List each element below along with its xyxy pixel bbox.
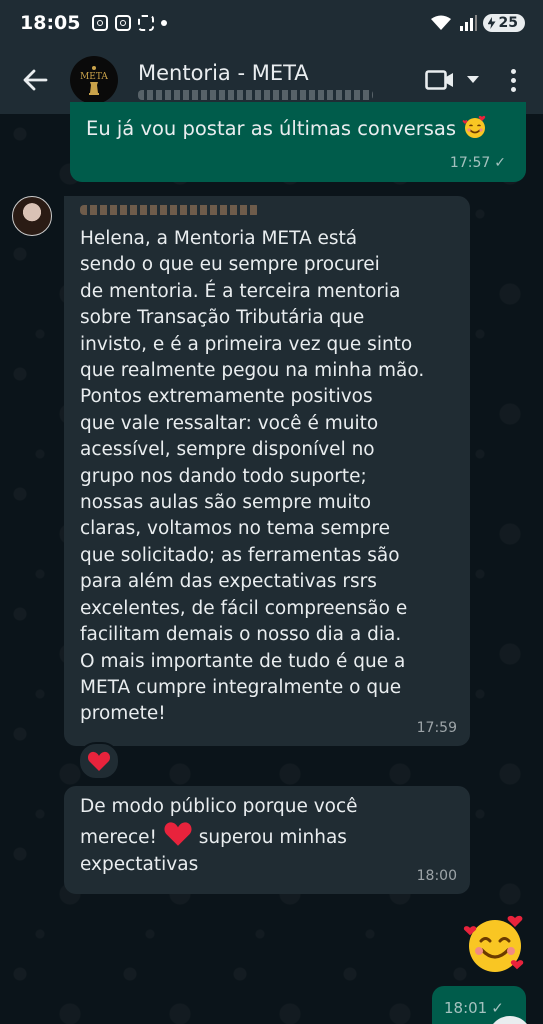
status-time: 18:05 — [20, 12, 81, 34]
more-options-button[interactable] — [509, 68, 517, 92]
instagram-icon — [115, 15, 132, 31]
screenshot-icon — [138, 15, 155, 31]
message-text: De modo público porque você merece! supe… — [80, 794, 460, 878]
notification-icons — [92, 15, 168, 31]
message-timestamp: 17:59 — [416, 719, 457, 736]
group-avatar[interactable]: META — [70, 56, 118, 104]
red-heart-icon — [164, 822, 192, 847]
time-text: 18:01 — [444, 999, 488, 1017]
message-text-content: Eu já vou postar as últimas conversas — [86, 117, 457, 140]
arrow-left-icon — [23, 69, 48, 91]
smiling-face-with-hearts-icon — [462, 115, 486, 138]
sender-avatar[interactable] — [12, 196, 52, 236]
message-timestamp: 18:01 ✓ — [444, 995, 504, 1021]
battery-indicator: 25 — [482, 14, 525, 32]
message-text: Helena, a Mentoria META está sendo o que… — [80, 228, 425, 725]
time-text: 17:57 — [449, 154, 491, 171]
sender-name-blurred — [80, 205, 260, 215]
system-icons: 25 — [429, 14, 525, 32]
message-bubble-incoming[interactable]: Helena, a Mentoria META está sendo o que… — [64, 196, 470, 746]
participants-list-blurred — [138, 89, 373, 100]
check-icon: ✓ — [494, 154, 506, 171]
header-actions — [425, 68, 543, 92]
whatsapp-chat-screen: 18:05 25 META Mentoria - META Eu já vou … — [0, 0, 543, 1024]
chat-info[interactable]: Mentoria - META — [138, 61, 373, 100]
message-timestamp: 17:57 ✓ — [450, 150, 506, 176]
chevron-down-icon — [467, 76, 479, 83]
instagram-icon — [92, 15, 109, 31]
charging-icon — [487, 17, 496, 29]
dot-icon — [510, 77, 516, 83]
message-text: Eu já vou postar as últimas conversas — [86, 114, 488, 142]
message-reaction[interactable] — [78, 742, 120, 780]
message-bubble-incoming[interactable]: De modo público porque você merece! supe… — [64, 786, 470, 894]
wifi-icon — [430, 15, 451, 30]
video-camera-icon — [425, 70, 453, 90]
dot-icon — [510, 86, 516, 92]
smiling-face-with-hearts-icon[interactable] — [462, 910, 528, 976]
chat-title: Mentoria - META — [138, 60, 309, 85]
more-notifications-icon — [161, 20, 168, 26]
logo-text: META — [80, 72, 108, 82]
dot-icon — [510, 68, 516, 74]
video-call-button[interactable] — [425, 69, 479, 91]
status-bar: 18:05 25 — [0, 0, 543, 46]
message-timestamp: 18:00 — [416, 867, 457, 884]
meta-logo: META — [80, 66, 108, 95]
back-button[interactable] — [20, 65, 50, 95]
message-bubble-outgoing[interactable]: Eu já vou postar as últimas conversas 17… — [70, 102, 526, 182]
signal-icon — [459, 15, 477, 31]
red-heart-icon — [87, 751, 111, 771]
battery-level: 25 — [498, 15, 518, 31]
